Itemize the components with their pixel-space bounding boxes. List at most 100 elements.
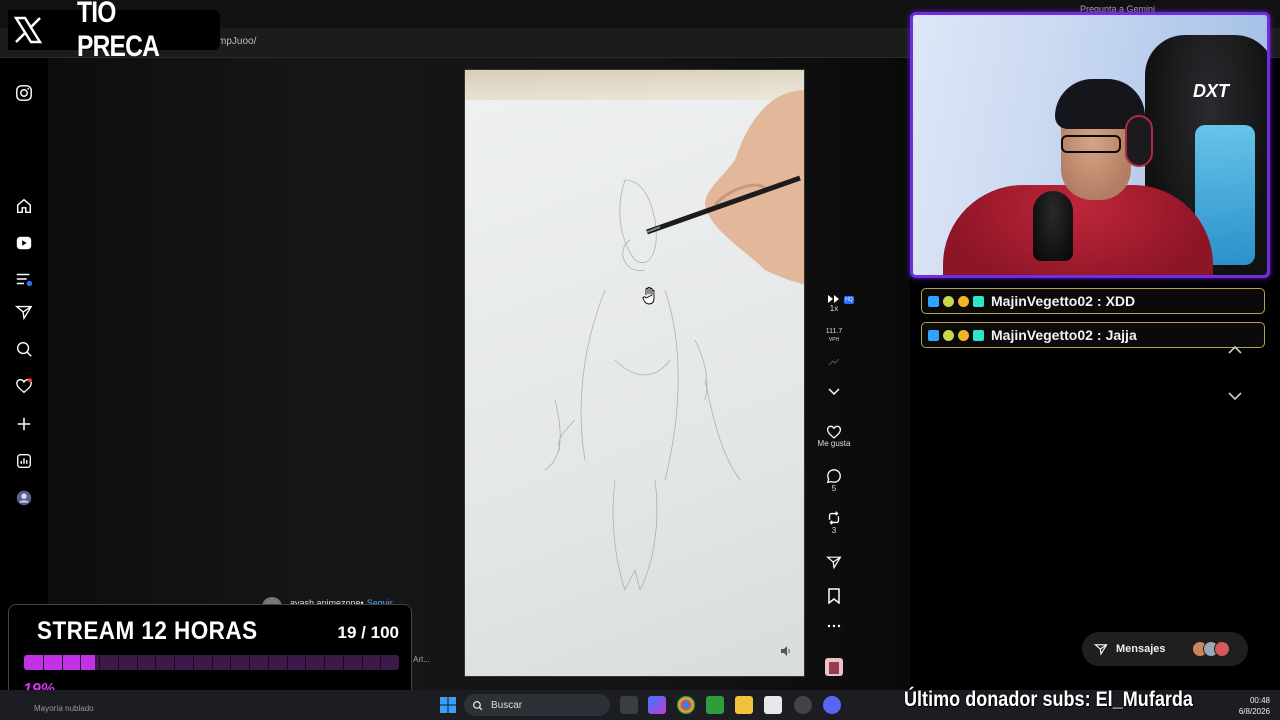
- send-icon[interactable]: [14, 302, 34, 322]
- message-avatars: [1192, 641, 1230, 657]
- instagram-sidebar: [0, 58, 48, 698]
- clock-date: 6/8/2026: [1238, 707, 1270, 716]
- webcam-overlay: DXT: [910, 12, 1270, 278]
- goal-segment-divider: [212, 655, 213, 670]
- reels-icon[interactable]: [14, 233, 34, 253]
- chat-username: MajinVegetto02: [991, 293, 1093, 309]
- goal-segment-divider: [62, 655, 63, 670]
- goal-segment-divider: [324, 655, 325, 670]
- hq-badge: HQ: [844, 296, 854, 304]
- microphone: [1033, 191, 1073, 261]
- home-icon[interactable]: [14, 196, 34, 216]
- profile-avatar[interactable]: [14, 488, 34, 508]
- drawing-hand: [646, 90, 804, 285]
- volume-icon[interactable]: [780, 644, 792, 662]
- vph-label: VPH: [828, 337, 840, 343]
- badge-icon: [973, 295, 984, 307]
- streamer-glasses: [1061, 135, 1121, 153]
- system-clock[interactable]: 00:48 6/8/2026: [1239, 695, 1270, 717]
- store-icon[interactable]: [764, 696, 782, 714]
- windows-start-icon[interactable]: [440, 697, 456, 713]
- badge-icon: [943, 329, 954, 341]
- goal-segment-divider: [174, 655, 175, 670]
- search-icon: [473, 700, 483, 710]
- messages-button[interactable]: Mensajes: [1082, 632, 1248, 666]
- mouse-cursor-icon: [642, 287, 655, 305]
- goal-segment-divider: [343, 655, 344, 670]
- goal-title: STREAM 12 HORAS: [37, 617, 258, 645]
- goal-segment-divider: [155, 655, 156, 670]
- streamer-brand: TIO PRECA: [8, 0, 220, 63]
- create-icon[interactable]: [14, 414, 34, 434]
- search-placeholder: Buscar: [491, 699, 523, 711]
- goal-segment-divider: [193, 655, 194, 670]
- comment-button[interactable]: 5: [814, 468, 854, 493]
- chat-username: MajinVegetto02: [991, 327, 1093, 343]
- badge-icon: [943, 295, 954, 307]
- reel-video[interactable]: [464, 69, 805, 677]
- goal-segment-divider: [287, 655, 288, 670]
- like-button[interactable]: Me gusta: [814, 424, 854, 448]
- caption-preview[interactable]: Art...: [413, 655, 430, 664]
- goal-progress-track: [24, 655, 399, 670]
- discord-icon[interactable]: [823, 696, 841, 714]
- badge-icon: [928, 329, 939, 341]
- badge-icon: [973, 329, 984, 341]
- share-icon[interactable]: [814, 554, 854, 570]
- goal-segment-divider: [230, 655, 231, 670]
- avatar: [1214, 641, 1230, 657]
- goal-segment-divider: [249, 655, 250, 670]
- repost-button[interactable]: 3: [814, 510, 854, 535]
- address-bar[interactable]: mpJuoo/: [218, 36, 256, 47]
- trend-icon: [814, 358, 854, 366]
- goal-segment-divider: [43, 655, 44, 670]
- playback-speed-button[interactable]: 1x HQ: [814, 294, 854, 313]
- chat-message: MajinVegetto02 : Jajja: [921, 322, 1265, 348]
- send-icon: [1094, 644, 1108, 656]
- chrome-icon[interactable]: [677, 696, 695, 714]
- chat-text: Jajja: [1105, 327, 1137, 343]
- x-logo-icon: [8, 10, 49, 50]
- next-reel-button[interactable]: [1225, 386, 1245, 406]
- headset: [1125, 115, 1153, 167]
- vph-stat: 111.7 VPH: [814, 328, 854, 344]
- goal-count: 19 / 100: [337, 623, 399, 642]
- goal-segment-divider: [118, 655, 119, 670]
- chat-separator: :: [1096, 293, 1102, 309]
- goal-segment-divider: [380, 655, 381, 670]
- clock-time: 00:48: [1249, 696, 1270, 705]
- notifications-icon[interactable]: [14, 376, 34, 396]
- copilot-icon[interactable]: [648, 696, 666, 714]
- chair-logo: DXT: [1193, 81, 1229, 101]
- chat-separator: :: [1096, 327, 1102, 343]
- goal-segment-divider: [137, 655, 138, 670]
- streamer-name: TIO PRECA: [76, 0, 160, 63]
- taskbar-search[interactable]: Buscar: [464, 694, 610, 716]
- task-view-icon[interactable]: [620, 696, 638, 714]
- file-explorer-icon[interactable]: [735, 696, 753, 714]
- minecraft-icon[interactable]: [706, 696, 724, 714]
- more-options-icon[interactable]: [814, 624, 854, 628]
- previous-reel-button[interactable]: [1225, 340, 1245, 360]
- vph-value: 111.7: [825, 328, 843, 335]
- instagram-icon[interactable]: [14, 83, 34, 103]
- weather-text[interactable]: Mayoría nublado: [34, 704, 94, 713]
- insights-icon[interactable]: [14, 451, 34, 471]
- last-donor-ticker: Último donador subs: El_Mufarda: [904, 688, 1193, 711]
- steam-icon[interactable]: [794, 696, 812, 714]
- chevron-down-icon[interactable]: [814, 388, 854, 396]
- streamer-shirt: [943, 185, 1213, 275]
- comments-count: 5: [831, 484, 837, 493]
- search-icon[interactable]: [14, 339, 34, 359]
- chat-message: MajinVegetto02 : XDD: [921, 288, 1265, 314]
- feed-filter-icon[interactable]: [14, 269, 34, 289]
- goal-segment-divider: [99, 655, 100, 670]
- chat-text: XDD: [1105, 293, 1136, 309]
- audio-thumbnail[interactable]: [814, 658, 854, 676]
- save-icon[interactable]: [814, 588, 854, 604]
- goal-segment-divider: [80, 655, 81, 670]
- goal-segment-divider: [362, 655, 363, 670]
- badge-icon: [928, 295, 939, 307]
- goal-segment-divider: [305, 655, 306, 670]
- like-label: Me gusta: [817, 439, 851, 448]
